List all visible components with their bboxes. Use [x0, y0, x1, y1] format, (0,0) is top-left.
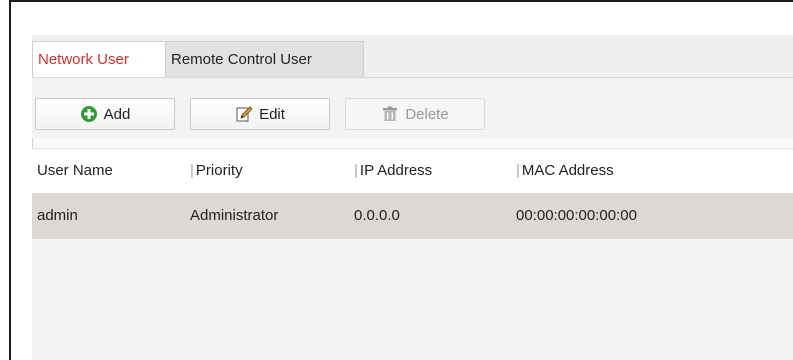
- tab-bar: Network User Remote Control User: [32, 35, 793, 78]
- add-button[interactable]: Add: [35, 98, 175, 130]
- column-header-ip-address[interactable]: | IP Address: [354, 149, 432, 193]
- column-header-priority[interactable]: | Priority: [190, 149, 243, 193]
- table-body-empty-area: [32, 239, 793, 360]
- plus-circle-icon: [80, 105, 98, 123]
- column-divider[interactable]: |: [516, 162, 520, 179]
- column-header-label: Priority: [195, 162, 243, 179]
- user-management-window: Network User Remote Control User Add Edi…: [9, 0, 793, 360]
- column-header-user-name[interactable]: User Name: [37, 149, 113, 193]
- table-row[interactable]: admin Administrator 0.0.0.0 00:00:00:00:…: [32, 193, 793, 239]
- tab-remote-control-user[interactable]: Remote Control User: [166, 41, 364, 77]
- table-header: User Name | Priority | IP Address | MAC Add…: [32, 148, 793, 194]
- column-divider[interactable]: |: [354, 162, 358, 179]
- cell-user-name: admin: [37, 207, 78, 224]
- delete-button-label: Delete: [405, 105, 449, 123]
- pencil-edit-icon: [235, 105, 253, 123]
- trash-icon: [381, 105, 399, 123]
- add-button-label: Add: [103, 105, 131, 123]
- tab-network-user[interactable]: Network User: [32, 41, 166, 77]
- cell-ip-address: 0.0.0.0: [354, 207, 400, 224]
- edit-button-label: Edit: [259, 105, 285, 123]
- toolbar: Add Edit Delete: [32, 78, 793, 138]
- column-header-label: MAC Address: [521, 162, 614, 179]
- column-header-label: User Name: [37, 162, 113, 179]
- column-header-mac-address[interactable]: | MAC Address: [516, 149, 614, 193]
- column-header-label: IP Address: [359, 162, 433, 179]
- cell-mac-address: 00:00:00:00:00:00: [516, 207, 637, 224]
- delete-button[interactable]: Delete: [345, 98, 485, 130]
- edit-button[interactable]: Edit: [190, 98, 330, 130]
- column-divider[interactable]: |: [190, 162, 194, 179]
- cell-priority: Administrator: [190, 207, 279, 224]
